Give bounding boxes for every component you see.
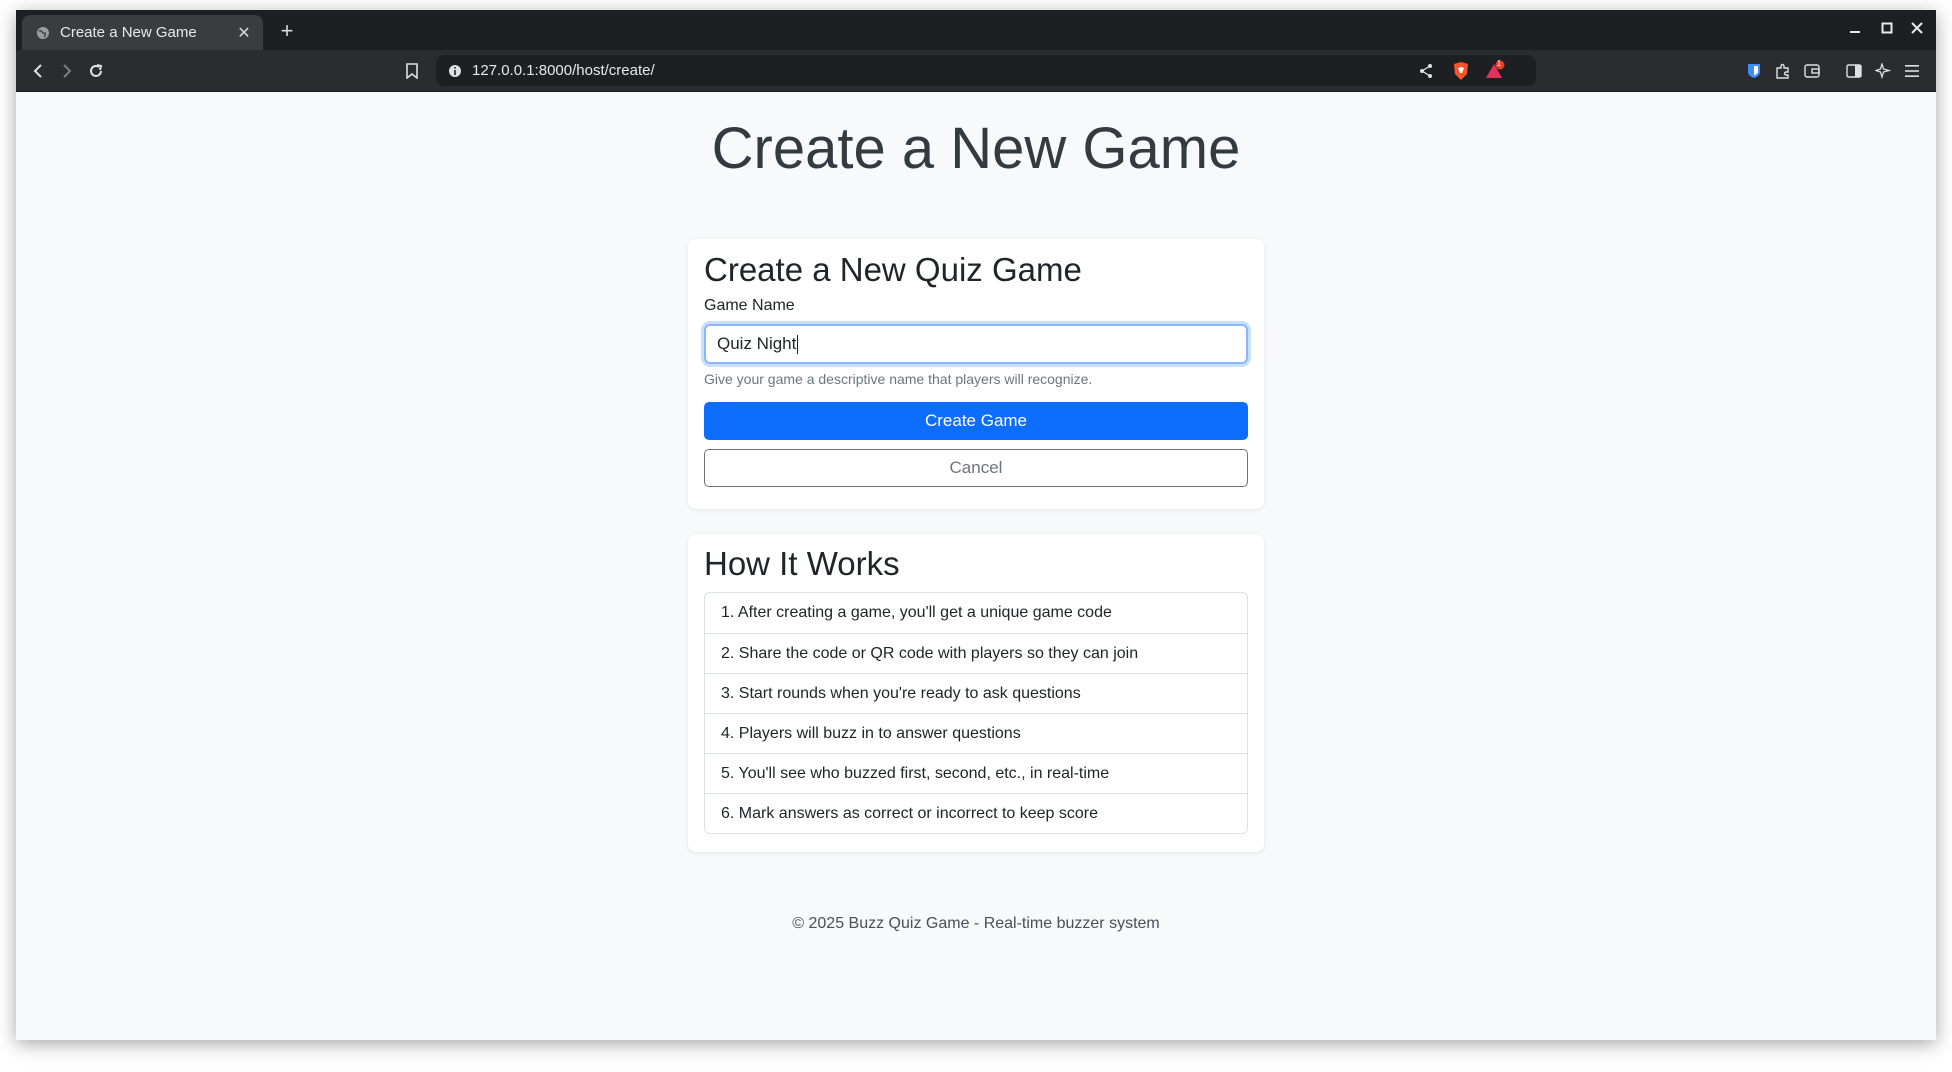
page-title: Create a New Game — [711, 116, 1241, 181]
game-name-help-text: Give your game a descriptive name that p… — [704, 371, 1093, 387]
address-bar[interactable]: 127.0.0.1:8000/host/create/ — [436, 55, 1536, 86]
browser-tab[interactable]: Create a New Game ✕ — [22, 15, 263, 50]
game-name-input[interactable]: Quiz Night — [704, 324, 1248, 364]
extensions-puzzle-icon[interactable] — [1770, 58, 1796, 84]
share-icon[interactable] — [1413, 58, 1439, 84]
reload-icon[interactable] — [83, 58, 109, 84]
how-it-works-card: How It Works 1. After creating a game, y… — [688, 534, 1264, 852]
site-info-icon[interactable] — [448, 64, 462, 78]
tab-title: Create a New Game — [60, 24, 197, 41]
create-game-card-title: Create a New Quiz Game — [704, 251, 1082, 288]
brave-rewards-icon[interactable]: 1 — [1482, 58, 1508, 84]
menu-icon[interactable] — [1899, 58, 1925, 84]
bookmark-icon[interactable] — [399, 58, 425, 84]
game-name-label: Game Name — [704, 297, 795, 314]
tab-strip: Create a New Game ✕ + — [16, 10, 1936, 50]
list-item: 2. Share the code or QR code with player… — [705, 633, 1247, 673]
page-content: Create a New Game Create a New Quiz Game… — [16, 91, 1936, 1040]
leo-ai-icon[interactable] — [1870, 58, 1896, 84]
text-caret — [797, 334, 799, 354]
create-game-button[interactable]: Create Game — [704, 402, 1248, 440]
brave-shield-icon[interactable] — [1448, 58, 1474, 84]
forward-icon[interactable] — [54, 58, 80, 84]
footer-text: © 2025 Buzz Quiz Game - Real-time buzzer… — [792, 915, 1160, 932]
game-name-value: Quiz Night — [717, 334, 797, 353]
back-icon[interactable] — [25, 58, 51, 84]
browser-toolbar: 127.0.0.1:8000/host/create/ 1 — [16, 50, 1936, 92]
how-it-works-list: 1. After creating a game, you'll get a u… — [704, 592, 1248, 834]
bitwarden-extension-icon[interactable] — [1741, 58, 1767, 84]
notification-badge: 1 — [1496, 59, 1502, 68]
new-tab-button[interactable]: + — [274, 18, 300, 44]
globe-icon — [37, 26, 49, 39]
list-item: 3. Start rounds when you're ready to ask… — [705, 673, 1247, 713]
list-item: 6. Mark answers as correct or incorrect … — [705, 793, 1247, 833]
minimize-icon[interactable] — [1840, 16, 1870, 42]
window-close-icon[interactable] — [1902, 16, 1932, 42]
sidebar-toggle-icon[interactable] — [1841, 58, 1867, 84]
tab-close-icon[interactable]: ✕ — [235, 23, 253, 43]
browser-window: Create a New Game ✕ + 127.0.0.1:8000/hos… — [16, 10, 1936, 1040]
how-it-works-title: How It Works — [704, 545, 900, 582]
list-item: 4. Players will buzz in to answer questi… — [705, 713, 1247, 753]
url-text: 127.0.0.1:8000/host/create/ — [472, 62, 655, 79]
create-game-card: Create a New Quiz Game Game Name Quiz Ni… — [688, 239, 1264, 509]
maximize-icon[interactable] — [1872, 16, 1902, 42]
list-item: 1. After creating a game, you'll get a u… — [721, 604, 1112, 621]
list-item: 5. You'll see who buzzed first, second, … — [705, 753, 1247, 793]
cancel-button[interactable]: Cancel — [704, 449, 1248, 487]
wallet-icon[interactable] — [1799, 58, 1825, 84]
